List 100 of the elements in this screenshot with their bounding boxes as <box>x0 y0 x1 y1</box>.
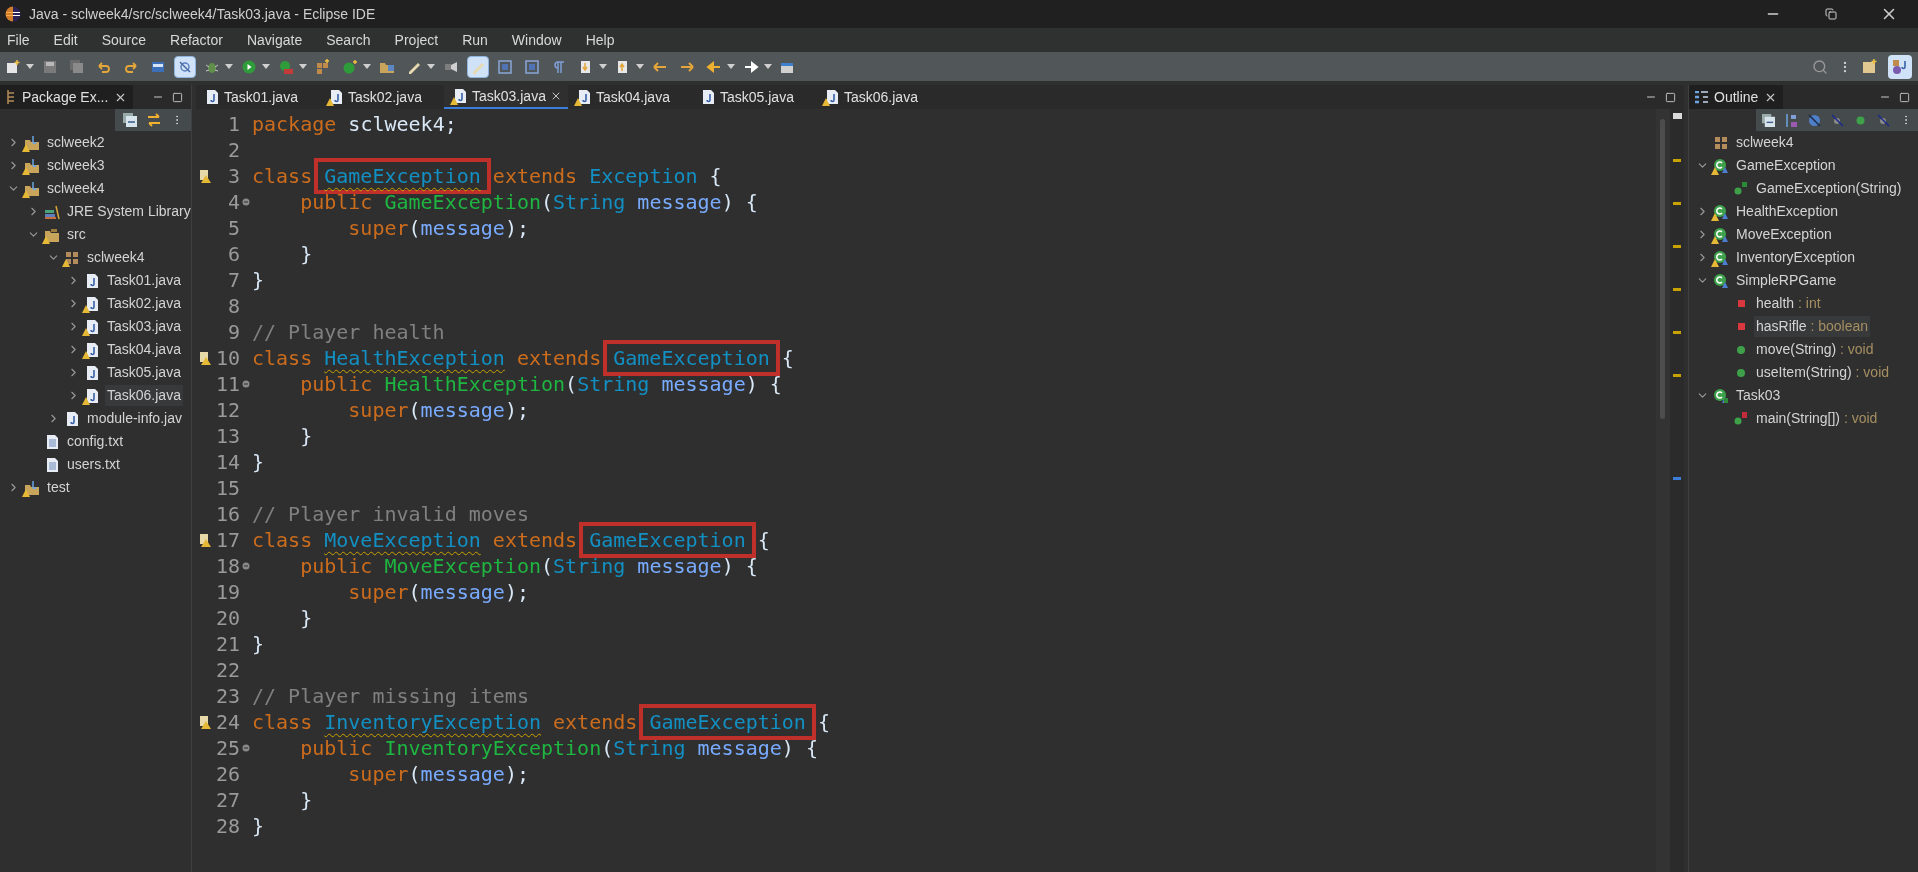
view-tab[interactable]: Outline <box>1689 85 1784 109</box>
tree-item[interactable]: sclweek4 <box>85 247 147 268</box>
fold-icon[interactable] <box>242 198 250 206</box>
tree-item[interactable]: Task02.java <box>105 293 183 314</box>
tree-item[interactable]: Task03.java <box>105 316 183 337</box>
line-number: 3 <box>226 163 240 189</box>
tree-item[interactable]: SimpleRPGame <box>1734 270 1839 291</box>
code-text: } <box>252 632 265 656</box>
tree-item[interactable]: main(String[]) : void <box>1754 408 1880 429</box>
code-text: extends Exception { <box>491 164 722 188</box>
collapse-all-icon[interactable] <box>1762 113 1775 127</box>
code-text: } <box>252 814 265 838</box>
view-tab[interactable]: Package Ex... <box>0 85 134 109</box>
tree-item[interactable]: InventoryException <box>1734 247 1858 268</box>
line-number: 20 <box>214 605 240 631</box>
warning-icon <box>1711 212 1719 221</box>
dropdown-caret-icon[interactable] <box>427 64 435 69</box>
dropdown-caret-icon[interactable] <box>636 64 644 69</box>
tree-item[interactable]: MoveException <box>1734 224 1834 245</box>
project-folder-icon <box>24 180 40 197</box>
menu-item[interactable]: Search <box>320 29 377 51</box>
tree-item[interactable]: JRE System Library <box>65 201 191 222</box>
dropdown-caret-icon[interactable] <box>727 64 735 69</box>
editor-tab[interactable]: Task05.java <box>692 85 816 109</box>
menu-item[interactable]: Navigate <box>240 29 309 51</box>
tree-item[interactable]: Task06.java <box>105 385 183 406</box>
maximize-icon[interactable] <box>1899 91 1910 103</box>
tree-item[interactable]: hasRifle : boolean <box>1754 316 1871 337</box>
editor-tab[interactable]: Task06.java <box>816 85 940 109</box>
tree-item[interactable]: sclweek4 <box>1734 132 1796 153</box>
tree-item[interactable]: GameException(String) <box>1754 178 1904 199</box>
restore-icon[interactable] <box>1825 8 1837 20</box>
fold-icon[interactable] <box>242 380 250 388</box>
collapse-all-icon[interactable] <box>123 113 137 127</box>
line-number: 10 <box>214 345 240 371</box>
line-number: 15 <box>214 475 240 501</box>
tree-item[interactable]: move(String) : void <box>1754 339 1876 360</box>
dropdown-caret-icon[interactable] <box>225 64 233 69</box>
tree-item[interactable]: useItem(String) : void <box>1754 362 1892 383</box>
menu-item[interactable]: Help <box>579 29 621 51</box>
text-file-icon <box>44 433 60 450</box>
dropdown-caret-icon[interactable] <box>363 64 371 69</box>
menu-item[interactable]: Edit <box>47 29 84 51</box>
menu-item[interactable]: Refactor <box>164 29 229 51</box>
dropdown-caret-icon[interactable] <box>599 64 607 69</box>
tree-item[interactable]: sclweek2 <box>45 132 107 153</box>
maximize-icon[interactable] <box>172 91 183 103</box>
editor-tab[interactable]: Task02.java <box>320 85 444 109</box>
dropdown-caret-icon[interactable] <box>764 64 772 69</box>
java-file-icon <box>204 89 220 105</box>
code-text: } <box>299 242 313 266</box>
editor-tab[interactable]: Task03.java <box>444 85 568 109</box>
menu-item[interactable]: Window <box>505 29 568 51</box>
back-arrow-icon <box>706 58 722 75</box>
line-number: 12 <box>214 397 240 423</box>
tree-item[interactable]: sclweek4 <box>45 178 107 199</box>
sort-icon[interactable] <box>1785 113 1798 127</box>
warning-icon <box>22 488 30 497</box>
scrollbar-thumb[interactable] <box>1660 119 1665 419</box>
tree-item[interactable]: GameException <box>1734 155 1838 176</box>
tree-item[interactable]: Task01.java <box>105 270 183 291</box>
search-icon[interactable] <box>1812 58 1828 75</box>
dropdown-caret-icon[interactable] <box>262 64 270 69</box>
fold-icon[interactable] <box>242 562 250 570</box>
hide-fields-icon[interactable] <box>1808 113 1821 127</box>
link-editor-icon[interactable] <box>147 113 161 127</box>
tree-item[interactable]: module-info.jav <box>85 408 184 429</box>
tree-item[interactable]: sclweek3 <box>45 155 107 176</box>
menu-item[interactable]: Source <box>95 29 153 51</box>
toolbar-button[interactable] <box>467 55 489 78</box>
menu-item[interactable]: Project <box>388 29 445 51</box>
open-perspective-icon[interactable] <box>1862 58 1878 75</box>
code-text: } <box>252 268 265 292</box>
class-icon <box>1713 157 1729 174</box>
package-explorer-icon <box>6 90 16 104</box>
pilcrow-icon <box>551 58 567 75</box>
menu-item[interactable]: File <box>1 29 36 51</box>
line-number: 1 <box>226 111 240 137</box>
hide-local-types-icon[interactable] <box>1877 113 1890 127</box>
dropdown-caret-icon[interactable] <box>26 64 34 69</box>
tree-item[interactable]: Task04.java <box>105 339 183 360</box>
tree-item[interactable]: Task05.java <box>105 362 183 383</box>
tree-item[interactable]: health : int <box>1754 293 1823 314</box>
tree-item[interactable]: Task03 <box>1734 385 1783 406</box>
java-perspective-button[interactable] <box>1888 54 1912 79</box>
warning-icon <box>450 97 458 105</box>
editor-tab[interactable]: Task04.java <box>568 85 692 109</box>
maximize-icon[interactable] <box>1665 91 1676 103</box>
tree-item[interactable]: users.txt <box>65 454 122 475</box>
tree-item[interactable]: HealthException <box>1734 201 1840 222</box>
tree-item[interactable]: config.txt <box>65 431 126 452</box>
tree-item[interactable]: test <box>45 477 72 498</box>
fold-icon[interactable] <box>242 744 250 752</box>
dropdown-caret-icon[interactable] <box>299 64 307 69</box>
class-icon <box>1713 249 1729 266</box>
tree-item[interactable]: src <box>65 224 88 245</box>
editor-tab[interactable]: Task01.java <box>196 85 320 109</box>
toolbar-button[interactable] <box>174 55 196 78</box>
hide-static-icon[interactable] <box>1831 113 1844 127</box>
menu-item[interactable]: Run <box>456 29 494 51</box>
